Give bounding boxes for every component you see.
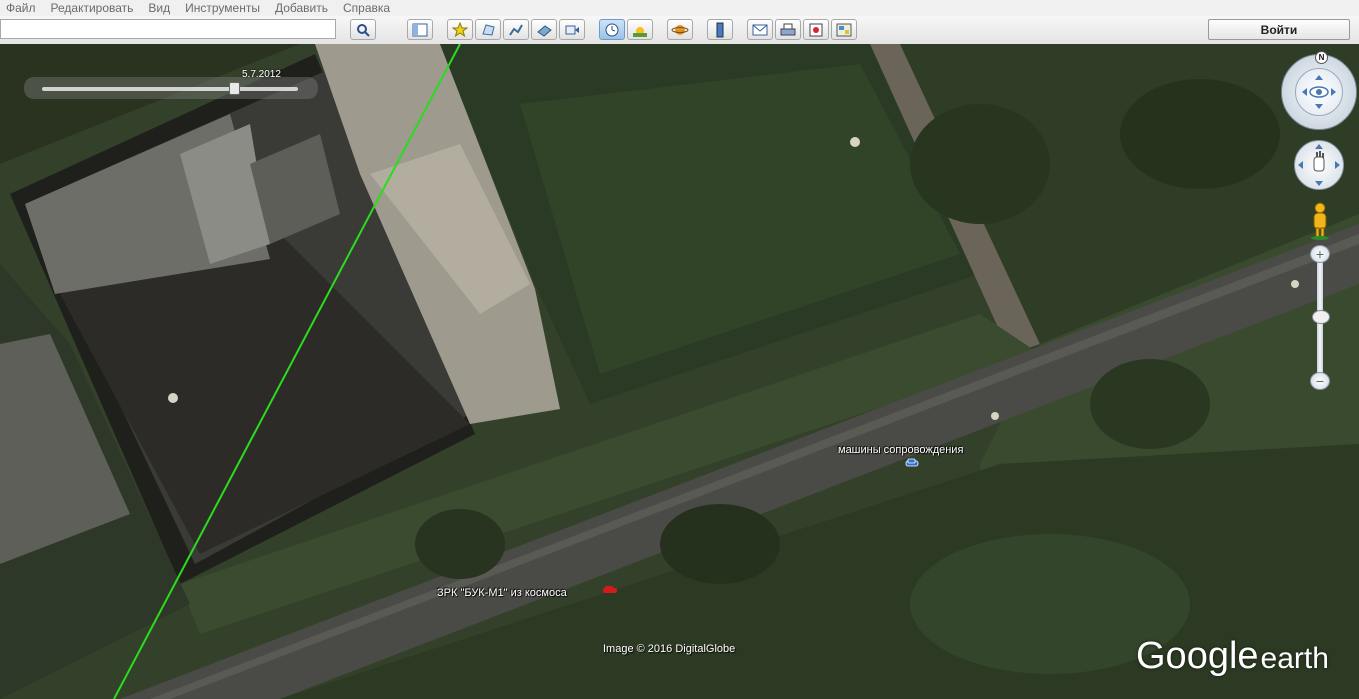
menu-add[interactable]: Добавить	[275, 1, 328, 15]
placemark-label-escort[interactable]: машины сопровождения	[838, 444, 963, 456]
zoom-out-button[interactable]: −	[1310, 372, 1330, 390]
imagery-credit: Image © 2016 DigitalGlobe	[603, 643, 736, 655]
look-joystick[interactable]	[1295, 68, 1343, 116]
north-indicator[interactable]: N	[1315, 51, 1328, 64]
sunlight-icon	[633, 26, 647, 37]
view-in-maps-icon	[836, 23, 852, 36]
car-icon[interactable]	[905, 458, 919, 468]
email-button[interactable]	[747, 19, 773, 40]
add-placemark-button[interactable]	[447, 19, 473, 40]
look-control[interactable]: N	[1281, 51, 1357, 130]
search-button[interactable]	[350, 19, 376, 40]
add-path-button[interactable]	[503, 19, 529, 40]
planet-switch-button[interactable]	[667, 19, 693, 40]
time-slider-date: 5.7.2012	[242, 69, 281, 80]
historical-imagery-slider[interactable]: 5.7.2012	[24, 69, 318, 99]
menu-bar: Файл Редактировать Вид Инструменты Добав…	[0, 0, 1359, 16]
placemark-label-buk[interactable]: ЗРК "БУК-М1" из космоса	[437, 587, 567, 599]
save-image-icon	[809, 23, 823, 36]
menu-view[interactable]: Вид	[148, 1, 170, 15]
add-image-overlay-button[interactable]	[531, 19, 557, 40]
sidebar-toggle-icon	[412, 23, 428, 36]
menu-file[interactable]: Файл	[6, 1, 36, 15]
zoom-in-button[interactable]: +	[1310, 245, 1330, 263]
time-slider-track	[42, 87, 298, 91]
sunlight-button[interactable]	[627, 19, 653, 40]
planet-switch-icon	[671, 24, 689, 35]
ruler-button[interactable]	[707, 19, 733, 40]
car-icon[interactable]	[602, 585, 618, 595]
print-button[interactable]	[775, 19, 801, 40]
ruler-icon	[716, 22, 724, 37]
zoom-thumb[interactable]	[1312, 310, 1330, 324]
hand-icon	[1298, 144, 1340, 186]
record-tour-icon	[565, 25, 579, 34]
email-icon	[752, 24, 768, 35]
logo-google: Google	[1136, 635, 1259, 677]
move-control[interactable]	[1294, 140, 1344, 190]
menu-tools[interactable]: Инструменты	[185, 1, 260, 15]
eye-icon	[1302, 75, 1336, 109]
record-tour-button[interactable]	[559, 19, 585, 40]
menu-edit[interactable]: Редактировать	[51, 1, 134, 15]
logo-earth: earth	[1260, 642, 1329, 675]
add-polygon-button[interactable]	[475, 19, 501, 40]
zoom-slider[interactable]: + −	[1310, 245, 1330, 391]
view-in-maps-button[interactable]	[831, 19, 857, 40]
add-path-icon	[509, 24, 523, 36]
add-polygon-icon	[482, 23, 495, 36]
time-slider-thumb[interactable]	[229, 82, 240, 95]
add-placemark-icon	[452, 21, 468, 37]
satellite-imagery	[0, 44, 1359, 699]
menu-help[interactable]: Справка	[343, 1, 390, 15]
search-icon	[357, 23, 370, 37]
historical-imagery-icon	[605, 23, 619, 36]
search-input[interactable]	[0, 19, 336, 39]
login-button[interactable]: Войти	[1208, 19, 1350, 40]
street-view-pegman-icon[interactable]	[1309, 202, 1331, 240]
toolbar: Войти	[0, 16, 1359, 45]
map-view[interactable]: 5.7.2012 машины сопровождения ЗРК "БУК-М…	[0, 44, 1359, 699]
sidebar-toggle-button[interactable]	[407, 19, 433, 40]
print-icon	[780, 23, 796, 35]
historical-imagery-button[interactable]	[599, 19, 625, 40]
add-image-overlay-icon	[537, 24, 552, 37]
save-image-button[interactable]	[803, 19, 829, 40]
google-earth-logo: Googleearth	[1136, 635, 1329, 678]
